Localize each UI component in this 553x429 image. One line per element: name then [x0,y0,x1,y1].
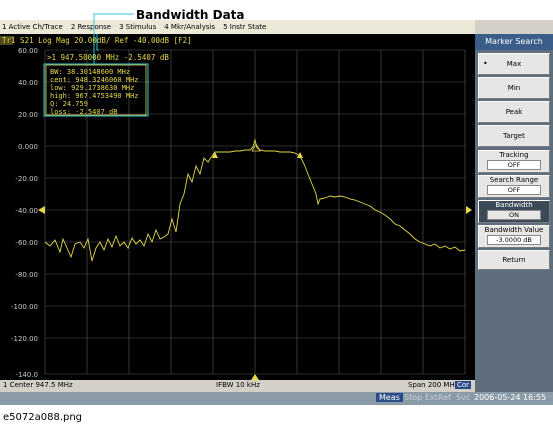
y-tick-label: 0.000 [18,143,38,151]
bandwidth-button[interactable]: Bandwidth ON [478,200,550,223]
y-tick-label: -100.00 [11,303,38,311]
status-bar: 1 Center 947.5 MHz IFBW 10 kHz Span 200 … [0,380,475,392]
y-tick-label: -20.00 [15,175,38,183]
center-freq-status[interactable]: 1 Center 947.5 MHz [3,381,73,389]
softkey-header: Marker Search [475,34,553,50]
max-button[interactable]: • Max [478,53,550,75]
bandwidth-state: ON [487,210,541,220]
y-tick-label: -40.00 [15,207,38,215]
image-caption: e5072a088.png [3,412,83,423]
bandwidth-label: Bandwidth [495,201,533,209]
cor-status: Cor [455,381,472,389]
selected-indicator-icon: • [483,59,488,68]
system-status-bar: Meas Stop ExtRef Svc 2006-05-24 16:55 [0,392,553,405]
bandwidth-value-value: -3.0000 dB [487,235,541,245]
ref-level-left-icon [38,206,45,214]
span-status[interactable]: Span 200 MHz [408,381,458,389]
search-range-button[interactable]: Search Range OFF [478,175,550,198]
search-range-value: OFF [487,185,541,195]
y-tick-label: -80.00 [15,271,38,279]
y-tick-label: -60.00 [15,239,38,247]
ifbw-status[interactable]: IFBW 10 kHz [216,381,260,389]
datetime: 2006-05-24 16:55 [474,393,547,402]
target-button[interactable]: Target [478,125,550,147]
return-button[interactable]: Return [478,250,550,270]
bandwidth-value-button[interactable]: Bandwidth Value -3.0000 dB [478,225,550,248]
y-tick-label: -120.00 [11,335,38,343]
peak-button[interactable]: Peak [478,101,550,123]
meas-indicator: Meas [376,393,403,402]
bandwidth-value-label: Bandwidth Value [484,226,544,234]
svc-indicator: Svc [456,393,471,402]
min-button[interactable]: Min [478,77,550,99]
extref-indicator: ExtRef [425,393,451,402]
tracking-label: Tracking [499,151,529,159]
stop-indicator: Stop [404,393,423,402]
y-tick-label: -140.0 [15,371,38,379]
search-range-label: Search Range [489,176,539,184]
tracking-button[interactable]: Tracking OFF [478,150,550,173]
callout-overlay [43,13,149,117]
ref-level-right-icon [466,206,472,214]
tracking-value: OFF [487,160,541,170]
